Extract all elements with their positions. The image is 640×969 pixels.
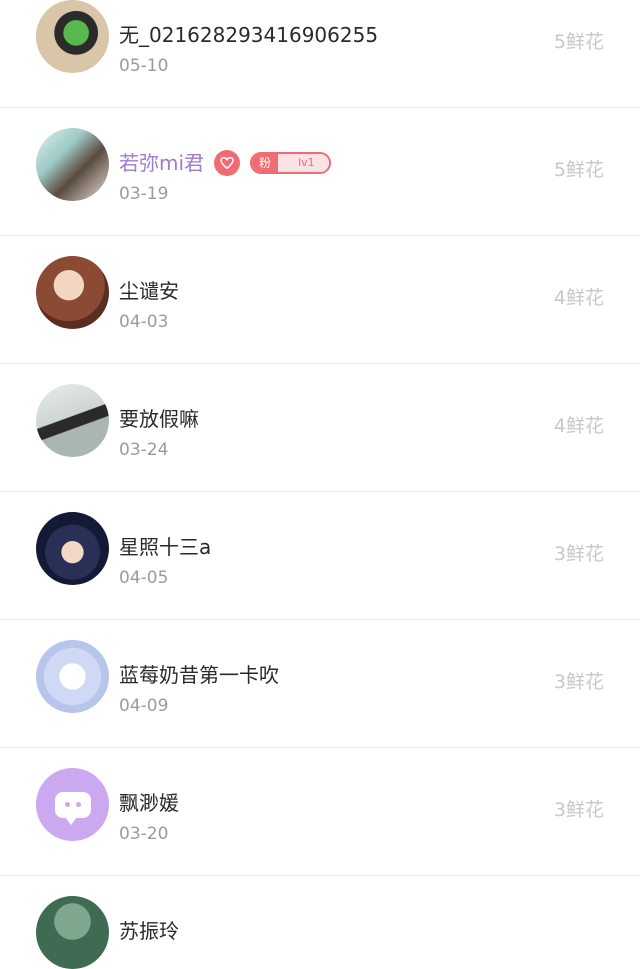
avatar[interactable] xyxy=(36,128,109,201)
avatar[interactable] xyxy=(36,640,109,713)
fan-badge-label: 粉 xyxy=(252,154,279,172)
fan-level-badge: 粉 lv1 xyxy=(250,152,331,174)
list-item[interactable]: 若弥mi君 粉 lv1 03-19 5鲜花 xyxy=(0,108,640,236)
date-label: 05-10 xyxy=(119,56,169,76)
flower-count: 3鲜花 xyxy=(553,543,604,565)
list-item[interactable]: 蓝莓奶昔第一卡吹 04-09 3鲜花 xyxy=(0,620,640,748)
flower-count: 4鲜花 xyxy=(553,415,604,437)
flower-count: 3鲜花 xyxy=(553,799,604,821)
chat-bubble-icon xyxy=(54,791,91,825)
avatar[interactable] xyxy=(36,512,109,585)
flower-ranking-list: 无_021628293416906255 05-10 5鲜花 若弥mi君 粉 l… xyxy=(0,0,640,969)
flower-count: 5鲜花 xyxy=(553,159,604,181)
avatar[interactable] xyxy=(36,256,109,329)
date-label: 04-09 xyxy=(119,696,169,716)
user-name-row: 若弥mi君 粉 lv1 xyxy=(119,150,331,176)
user-name[interactable]: 若弥mi君 xyxy=(119,150,204,176)
list-item[interactable]: 尘谴安 04-03 4鲜花 xyxy=(0,236,640,364)
date-label: 03-20 xyxy=(119,824,169,844)
user-name[interactable]: 蓝莓奶昔第一卡吹 xyxy=(119,662,279,688)
avatar[interactable] xyxy=(36,384,109,457)
avatar[interactable] xyxy=(36,0,109,73)
date-label: 04-05 xyxy=(119,568,169,588)
user-name[interactable]: 星照十三a xyxy=(119,534,211,560)
list-item[interactable]: 星照十三a 04-05 3鲜花 xyxy=(0,492,640,620)
user-name[interactable]: 尘谴安 xyxy=(119,278,179,304)
flower-count: 5鲜花 xyxy=(553,31,604,53)
list-item[interactable]: 要放假嘛 03-24 4鲜花 xyxy=(0,364,640,492)
user-name[interactable]: 苏振玲 xyxy=(119,918,179,944)
avatar[interactable] xyxy=(36,896,109,969)
avatar[interactable] xyxy=(36,768,109,841)
list-item[interactable]: 无_021628293416906255 05-10 5鲜花 xyxy=(0,0,640,108)
user-name[interactable]: 要放假嘛 xyxy=(119,406,199,432)
date-label: 03-24 xyxy=(119,440,169,460)
date-label: 04-03 xyxy=(119,312,169,332)
user-name[interactable]: 飘渺媛 xyxy=(119,790,179,816)
flower-count: 4鲜花 xyxy=(553,287,604,309)
user-name[interactable]: 无_021628293416906255 xyxy=(119,22,378,48)
heart-icon xyxy=(214,150,241,176)
fan-badge-level: lv1 xyxy=(278,154,329,172)
date-label: 03-19 xyxy=(119,184,169,204)
list-item[interactable]: 苏振玲 xyxy=(0,876,640,969)
list-item[interactable]: 飘渺媛 03-20 3鲜花 xyxy=(0,748,640,876)
flower-count: 3鲜花 xyxy=(553,671,604,693)
